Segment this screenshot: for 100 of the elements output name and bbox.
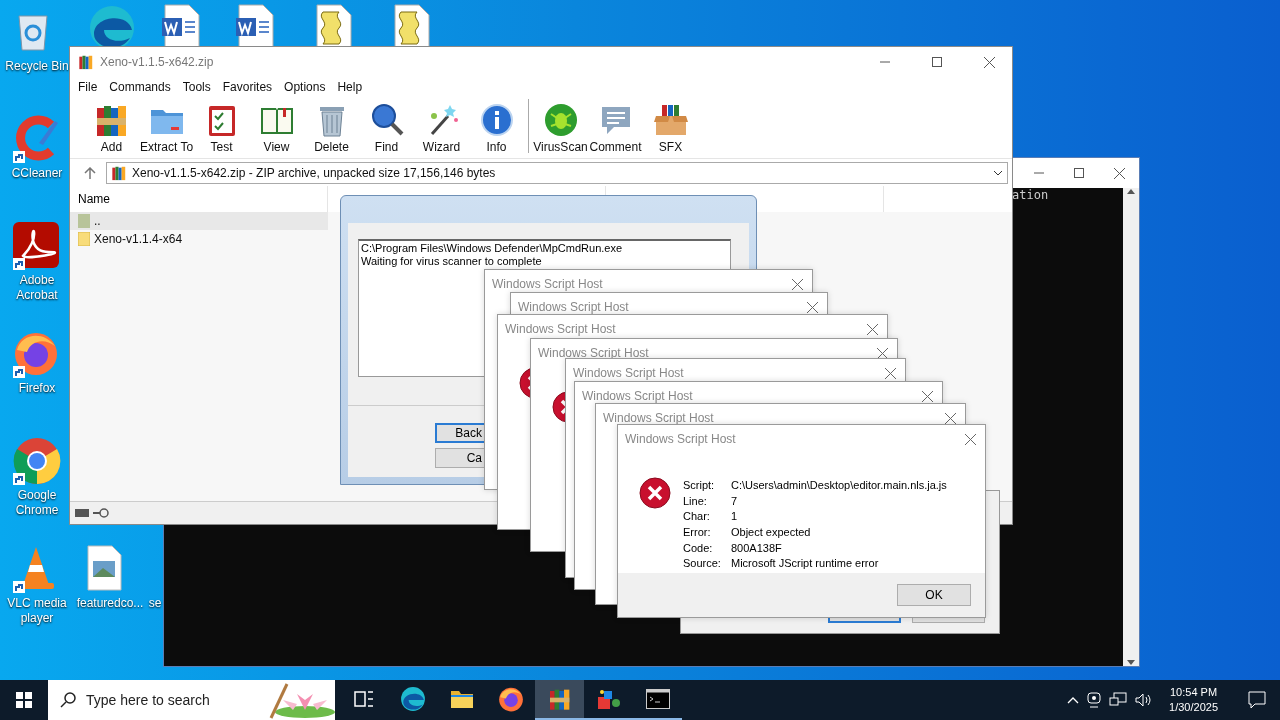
folder-icon — [78, 214, 90, 228]
dialog-button[interactable]: Back — [435, 423, 484, 443]
field-value: 1 — [731, 510, 739, 525]
close-icon — [876, 347, 888, 359]
toolbar-button[interactable]: SFX — [643, 102, 698, 154]
field-label: Line: — [683, 494, 708, 509]
menu-item[interactable]: Favorites — [216, 80, 279, 94]
close-icon — [791, 278, 803, 290]
chrome-icon — [13, 437, 61, 485]
toolbar-button[interactable]: Extract To — [139, 102, 194, 154]
toolbar-button[interactable]: View — [249, 102, 304, 154]
close-icon — [983, 56, 995, 68]
key-icon — [93, 508, 109, 518]
file-row[interactable]: .. — [70, 212, 328, 230]
icon-label: Firefox — [18, 381, 56, 396]
minimize-icon — [1034, 172, 1044, 174]
image-file-icon — [86, 545, 122, 591]
dialog-title: Windows Script Host — [582, 389, 694, 403]
dialog-title: Windows Script Host — [573, 366, 685, 380]
field-label: Script: — [683, 479, 716, 493]
books-icon — [111, 164, 127, 181]
toolbar-button[interactable]: Wizard — [414, 102, 469, 154]
edge-icon — [399, 686, 426, 712]
books-icon — [78, 54, 94, 70]
icon-label: Recycle Bin — [5, 59, 69, 74]
address-field[interactable]: Xeno-v1.1.5-x642.zip - ZIP archive, unpacked size 17,156,146 bytes — [106, 161, 1008, 184]
volume-icon[interactable] — [1135, 692, 1154, 708]
close-icon — [964, 433, 976, 445]
chevron-up-icon[interactable] — [1067, 696, 1080, 704]
search-icon — [60, 692, 76, 708]
firefox-icon — [13, 330, 59, 376]
scrollbar[interactable] — [1123, 188, 1139, 666]
toolbar-button[interactable]: VirusScan — [533, 102, 588, 154]
arrow-down-icon[interactable] — [1127, 660, 1135, 666]
close-icon — [806, 301, 818, 313]
arrow-up-icon[interactable] — [1127, 188, 1135, 194]
drive-icon — [75, 509, 89, 517]
ok-button[interactable]: OK — [897, 584, 971, 606]
toolbar-button[interactable]: Add — [84, 102, 139, 154]
menu-item[interactable]: Commands — [103, 80, 177, 94]
webcam-icon[interactable] — [1087, 692, 1102, 708]
dialog-button[interactable]: Ca — [435, 448, 484, 468]
dialog-title: Windows Script Host — [625, 432, 737, 446]
window-title: Xeno-v1.1.5-x642.zip — [100, 55, 215, 69]
console-text: ation — [1012, 188, 1049, 202]
bug-icon — [542, 102, 579, 138]
field-value: 800A138F — [731, 541, 783, 556]
clock-time: 10:54 PM — [1170, 685, 1218, 700]
toolbar-button[interactable]: Delete — [304, 102, 359, 154]
field-value: Object expected — [731, 526, 812, 540]
firefox-icon — [497, 686, 524, 712]
icon-label: featuredco... — [76, 596, 144, 611]
field-value: Microsoft JScript runtime error — [731, 557, 880, 572]
caret-icon — [993, 169, 1003, 176]
toolbar-button[interactable]: Comment — [588, 102, 643, 154]
network-icon[interactable] — [1109, 692, 1128, 708]
search-field[interactable]: Type here to search — [48, 680, 335, 720]
icon-label: Adobe Acrobat — [15, 273, 59, 303]
file-row[interactable]: Xeno-v1.1.4-x64 — [70, 230, 328, 248]
dialog-title: Windows Script Host — [518, 300, 630, 314]
maximize-icon — [932, 57, 942, 67]
dialog-title: Windows Script Host — [538, 346, 650, 360]
icon-label: Google Chrome — [14, 488, 60, 518]
toolbar-button[interactable]: Info — [469, 102, 524, 154]
task-view-icon — [353, 690, 374, 708]
menu-item[interactable]: Help — [331, 80, 369, 94]
menu-item[interactable]: Tools — [176, 80, 217, 94]
colored-shapes-icon — [595, 687, 622, 711]
folder-icon — [449, 689, 474, 709]
minimize-icon — [880, 61, 890, 63]
up-arrow-icon[interactable] — [84, 166, 96, 179]
toolbar-button[interactable]: Find — [359, 102, 414, 154]
menu-item[interactable]: Options — [278, 80, 332, 94]
close-icon — [884, 367, 896, 379]
windows-logo-icon — [16, 692, 32, 708]
dialog-title: Windows Script Host — [492, 277, 604, 291]
field-value: C:\Users\admin\Desktop\editor.main.nls.ja.js — [731, 479, 947, 493]
log-line: C:\Program Files\Windows Defender\MpCmdRun.exe — [361, 242, 624, 255]
log-line: Waiting for virus scanner to complete — [361, 255, 543, 268]
close-icon — [1113, 167, 1125, 179]
dialog-title: Windows Script Host — [603, 411, 715, 425]
close-icon — [866, 323, 878, 335]
terminal-icon — [645, 689, 670, 709]
field-label: Error: — [683, 526, 712, 540]
toolbar-button[interactable]: Test — [194, 102, 249, 154]
field-value: 7 — [731, 494, 739, 509]
menu-item[interactable]: File — [72, 80, 104, 94]
maximize-icon — [1074, 168, 1084, 178]
clock-date: 1/30/2025 — [1169, 700, 1218, 715]
folder-icon — [78, 232, 90, 246]
box-icon — [652, 102, 689, 138]
close-icon — [944, 412, 956, 424]
icon-label: CCleaner — [11, 166, 63, 181]
close-icon — [921, 390, 933, 402]
ccleaner-icon — [13, 115, 59, 161]
acrobat-icon — [13, 222, 59, 268]
field-label: Code: — [683, 541, 714, 556]
icon-label: se — [148, 596, 162, 611]
info-icon — [478, 102, 515, 138]
field-label: Source: — [683, 557, 722, 572]
